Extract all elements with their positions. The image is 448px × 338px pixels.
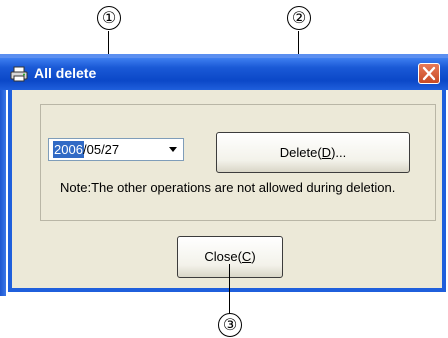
date-picker[interactable]: 2006 /05/27 xyxy=(48,138,184,161)
window-left-edge xyxy=(0,58,6,296)
close-window-button[interactable] xyxy=(418,63,440,84)
date-year-selected[interactable]: 2006 xyxy=(53,141,84,158)
date-month-day[interactable]: /05/27 xyxy=(83,141,119,158)
deletion-note: Note:The other operations are not allowe… xyxy=(60,180,396,195)
title-bar[interactable]: All delete xyxy=(0,58,448,90)
close-button[interactable]: Close(C) xyxy=(177,236,283,278)
callout-2: ② xyxy=(287,6,311,30)
printer-icon xyxy=(10,66,28,82)
window-title: All delete xyxy=(34,65,97,81)
dialog-window: All delete 2006 /05/27 Delete(D)... Note… xyxy=(0,54,448,296)
dialog-client-area: 2006 /05/27 Delete(D)... Note:The other … xyxy=(8,90,446,292)
delete-button-label: Delete(D)... xyxy=(279,145,347,160)
callout-3-line xyxy=(229,264,230,314)
close-icon xyxy=(422,66,436,81)
date-dropdown-button[interactable] xyxy=(164,140,182,159)
delete-button[interactable]: Delete(D)... xyxy=(216,132,410,173)
chevron-down-icon xyxy=(169,146,177,152)
callout-3: ③ xyxy=(218,313,242,337)
close-button-label: Close(C) xyxy=(204,249,256,264)
callout-1: ① xyxy=(97,6,121,30)
